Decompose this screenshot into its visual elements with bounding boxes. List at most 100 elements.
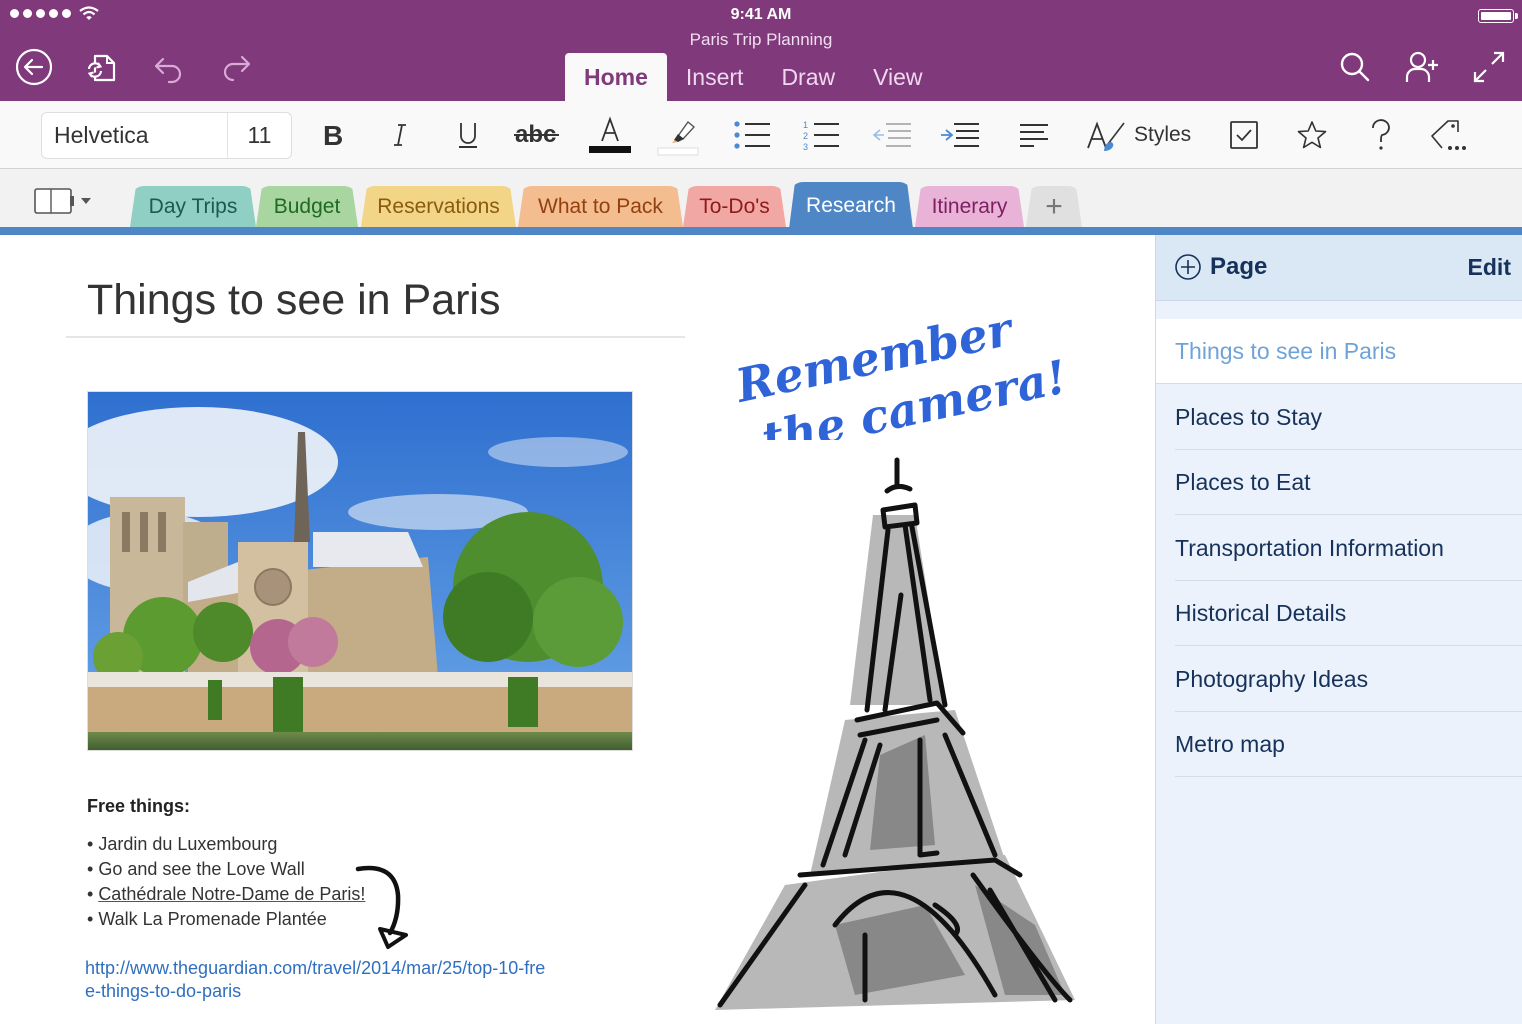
highlight-button[interactable] [656, 113, 700, 157]
numbered-list-icon: 123 [803, 120, 839, 151]
tab-insert[interactable]: Insert [667, 53, 763, 101]
tab-draw[interactable]: Draw [762, 53, 854, 101]
list-item: • Walk La Promenade Plantée [87, 909, 327, 929]
indent-icon [941, 123, 979, 147]
pages-panel: Page Edit Things to see in Paris Places t… [1155, 235, 1522, 1024]
font-color-button[interactable] [588, 113, 632, 157]
expand-icon [1473, 51, 1505, 83]
tab-home[interactable]: Home [565, 53, 667, 101]
section-tab-itinerary[interactable]: Itinerary [915, 186, 1024, 227]
pages-panel-header: Page Edit [1156, 235, 1522, 301]
styles-button[interactable]: Styles [1086, 113, 1196, 157]
page-list-item[interactable]: Transportation Information [1156, 516, 1522, 581]
battery-icon [1478, 9, 1518, 23]
share-button[interactable] [1402, 47, 1442, 87]
section-tab-day-trips[interactable]: Day Trips [130, 186, 256, 227]
tag-more-icon [1431, 120, 1466, 150]
svg-text:2: 2 [803, 131, 808, 141]
redo-icon [223, 55, 251, 82]
search-button[interactable] [1335, 47, 1375, 87]
bullets-button[interactable] [733, 113, 771, 157]
sync-button[interactable] [80, 47, 120, 87]
page-list-item[interactable]: Places to Eat [1156, 450, 1522, 515]
svg-text:3: 3 [803, 142, 808, 151]
numbering-button[interactable]: 123 [802, 113, 840, 157]
undo-icon [154, 57, 182, 84]
search-icon [1340, 52, 1370, 82]
svg-text:1: 1 [803, 120, 808, 130]
guardian-link[interactable]: http://www.theguardian.com/travel/2014/m… [85, 957, 555, 1003]
status-time: 9:41 AM [730, 6, 792, 23]
redo-button[interactable] [216, 47, 256, 87]
add-page-label: Page [1210, 253, 1268, 280]
font-picker[interactable]: Helvetica 11 [41, 112, 292, 159]
page-list-item[interactable]: Photography Ideas [1156, 647, 1522, 712]
outdent-icon [872, 123, 911, 147]
more-tags-button[interactable] [1430, 113, 1470, 157]
section-tab-budget[interactable]: Budget [256, 186, 358, 227]
section-tab-to-do-s[interactable]: To-Do's [683, 186, 786, 227]
question-icon [1372, 119, 1390, 150]
back-button[interactable] [14, 47, 54, 87]
app-header: 9:41 AM Paris Trip Planning Home Insert … [0, 0, 1522, 101]
page-list-item[interactable]: Places to Stay [1156, 385, 1522, 450]
notre-dame-photo[interactable] [87, 391, 633, 751]
ink-arrow [355, 865, 408, 949]
styles-brush-icon [1087, 121, 1125, 151]
bold-icon: B [323, 121, 343, 149]
font-size-field[interactable]: 11 [227, 113, 291, 158]
edit-pages-button[interactable]: Edit [1468, 254, 1511, 281]
free-things-heading: Free things: [87, 796, 191, 816]
font-color-icon [589, 116, 631, 153]
handwritten-note[interactable]: Remember the camera! [735, 280, 1065, 440]
page-list-item[interactable]: Historical Details [1156, 581, 1522, 646]
page-list-item[interactable]: Things to see in Paris [1156, 319, 1522, 384]
eiffel-tower-drawing[interactable] [705, 455, 1095, 1020]
italic-button[interactable] [388, 113, 412, 157]
undo-button[interactable] [149, 47, 189, 87]
important-tag-button[interactable] [1296, 113, 1328, 157]
bold-button[interactable]: B [318, 113, 348, 157]
font-name-field[interactable]: Helvetica [42, 122, 227, 149]
star-icon [1297, 121, 1327, 149]
free-things-list: • Jardin du Luxembourg • Go and see the … [87, 832, 365, 932]
list-item: • Cathédrale Notre-Dame de Paris! [87, 884, 366, 904]
question-tag-button[interactable] [1368, 113, 1394, 157]
tab-view[interactable]: View [854, 53, 941, 101]
page-list-item[interactable]: Metro map [1156, 712, 1522, 777]
fullscreen-button[interactable] [1469, 47, 1509, 87]
chevron-down-icon [81, 198, 91, 204]
increase-indent-button[interactable] [940, 113, 980, 157]
decrease-indent-button[interactable] [872, 113, 912, 157]
add-page-button[interactable]: Page [1174, 253, 1267, 281]
add-section-button[interactable]: + [1026, 186, 1082, 227]
underline-button[interactable] [455, 113, 481, 157]
page-title[interactable]: Things to see in Paris [87, 276, 500, 325]
plus-circle-icon [1175, 254, 1201, 280]
checkbox-icon [1230, 121, 1258, 149]
ribbon-tabs: Home Insert Draw View [565, 53, 942, 101]
bulleted-list-icon [734, 121, 770, 149]
onenote-app: 9:41 AM Paris Trip Planning Home Insert … [0, 0, 1522, 1024]
arrow-left-circle-icon [15, 48, 53, 86]
section-tab-research[interactable]: Research [789, 182, 913, 229]
align-button[interactable] [1018, 113, 1050, 157]
strikethrough-icon: abc [514, 121, 559, 148]
strikethrough-button[interactable]: abc [514, 113, 560, 157]
svg-text:B: B [323, 121, 343, 149]
notre-dame-image [88, 392, 632, 750]
section-tab-reservations[interactable]: Reservations [361, 186, 516, 227]
add-person-icon [1405, 51, 1438, 82]
notebooks-button[interactable] [33, 187, 91, 215]
underline-icon [459, 123, 477, 148]
notebook-icon [34, 188, 74, 214]
sync-document-icon [87, 54, 116, 82]
section-tab-what-to-pack[interactable]: What to Pack [518, 186, 683, 227]
todo-tag-button[interactable] [1228, 113, 1260, 157]
align-left-icon [1020, 124, 1048, 147]
styles-label: Styles [1134, 123, 1192, 146]
list-item: • Go and see the Love Wall [87, 859, 305, 879]
highlighter-icon [657, 120, 699, 156]
italic-icon [394, 124, 406, 146]
section-color-bar [0, 227, 1522, 235]
